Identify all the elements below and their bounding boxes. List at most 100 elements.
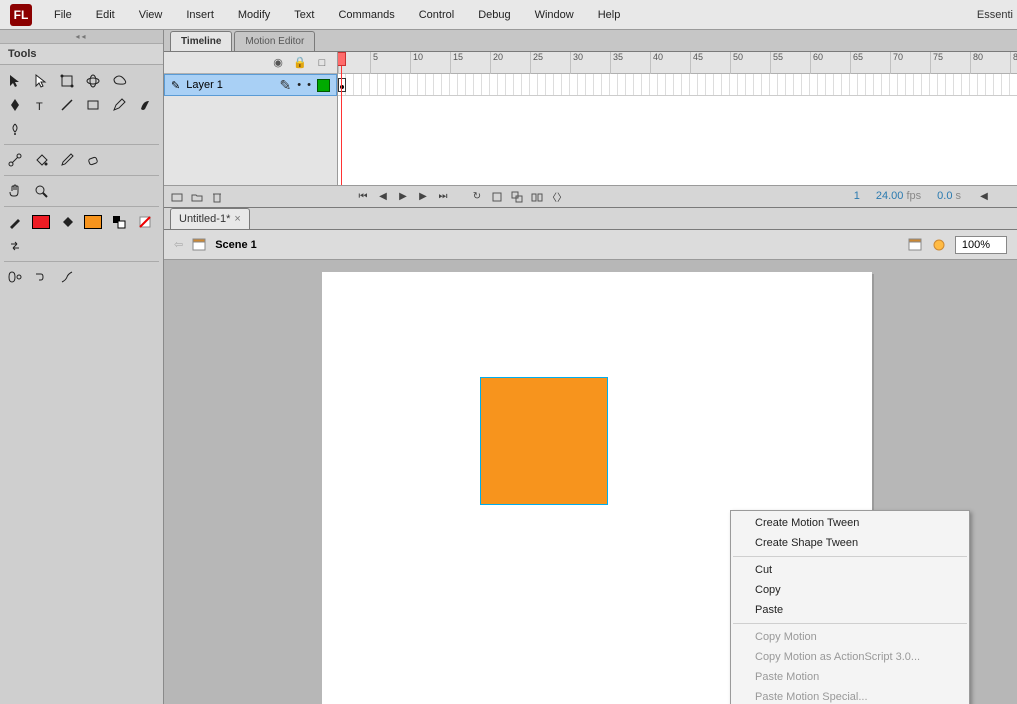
goto-first-button[interactable]: ⏮ <box>356 190 370 204</box>
menu-debug[interactable]: Debug <box>466 3 522 27</box>
menubar: FL File Edit View Insert Modify Text Com… <box>0 0 1017 30</box>
tick: 25 <box>530 52 543 74</box>
tools-panel-grip[interactable] <box>0 30 163 44</box>
menu-modify[interactable]: Modify <box>226 3 282 27</box>
menu-view[interactable]: View <box>127 3 175 27</box>
menu-window[interactable]: Window <box>523 3 586 27</box>
pen-tool[interactable] <box>3 94 27 116</box>
ctx-copy-motion: Copy Motion <box>731 627 969 647</box>
menu-commands[interactable]: Commands <box>326 3 406 27</box>
subselection-tool[interactable] <box>29 70 53 92</box>
edit-symbol-icon[interactable] <box>931 237 947 253</box>
edit-multiple-frames-icon[interactable] <box>530 190 544 204</box>
step-forward-button[interactable]: ▶ <box>416 190 430 204</box>
frame-grid[interactable] <box>338 74 1017 96</box>
zoom-tool[interactable] <box>29 180 53 202</box>
bone-tool[interactable] <box>3 149 27 171</box>
scene-name[interactable]: Scene 1 <box>215 239 257 251</box>
tick: 70 <box>890 52 903 74</box>
eraser-tool[interactable] <box>81 149 105 171</box>
outline-icon[interactable]: □ <box>315 56 329 70</box>
modify-markers-icon[interactable]: 〈〉 <box>550 190 564 204</box>
tick: 80 <box>970 52 983 74</box>
brush-tool[interactable] <box>133 94 157 116</box>
selection-tool[interactable] <box>3 70 27 92</box>
timeline-layer-row[interactable]: ✎ Layer 1 ✎ • • <box>164 74 337 96</box>
delete-layer-button[interactable] <box>210 190 224 204</box>
ctx-paste[interactable]: Paste <box>731 600 969 620</box>
tick: 75 <box>930 52 943 74</box>
pencil-tool[interactable] <box>107 94 131 116</box>
zoom-level[interactable]: 100% <box>955 236 1007 254</box>
menu-file[interactable]: File <box>42 3 84 27</box>
new-folder-button[interactable] <box>190 190 204 204</box>
menu-help[interactable]: Help <box>586 3 633 27</box>
swap-colors-icon[interactable] <box>3 235 27 257</box>
free-transform-tool[interactable] <box>55 70 79 92</box>
shape-rectangle[interactable] <box>480 377 608 505</box>
fill-color[interactable] <box>55 211 79 233</box>
onion-skin-outlines-icon[interactable] <box>510 190 524 204</box>
deco-tool[interactable] <box>3 118 27 140</box>
layer-name: Layer 1 <box>186 79 223 91</box>
tick: 35 <box>610 52 623 74</box>
no-color-icon[interactable] <box>133 211 157 233</box>
stage-area[interactable]: Create Motion Tween Create Shape Tween C… <box>164 260 1017 704</box>
ctx-copy[interactable]: Copy <box>731 580 969 600</box>
time-label: s <box>956 190 962 202</box>
visibility-icon[interactable]: ◉ <box>271 56 285 70</box>
tab-timeline[interactable]: Timeline <box>170 31 232 51</box>
time-value[interactable]: 0.0 <box>937 190 952 202</box>
tab-motion-editor[interactable]: Motion Editor <box>234 31 315 51</box>
black-white-swatch[interactable] <box>107 211 131 233</box>
layer-outline-swatch[interactable] <box>317 79 330 92</box>
text-tool[interactable]: T <box>29 94 53 116</box>
smooth-icon[interactable] <box>29 266 53 288</box>
line-tool[interactable] <box>55 94 79 116</box>
timeline-panel: ◉ 🔒 □ ✎ Layer 1 ✎ • • <box>164 52 1017 208</box>
tick: 55 <box>770 52 783 74</box>
onion-skin-icon[interactable] <box>490 190 504 204</box>
ctx-cut[interactable]: Cut <box>731 560 969 580</box>
new-layer-button[interactable] <box>170 190 184 204</box>
scroll-left-button[interactable]: ◀ <box>977 190 991 204</box>
snap-to-object-icon[interactable] <box>3 266 27 288</box>
workspace-switcher[interactable]: Essenti <box>977 9 1017 21</box>
menu-control[interactable]: Control <box>407 3 466 27</box>
straighten-icon[interactable] <box>55 266 79 288</box>
lock-icon[interactable]: 🔒 <box>293 56 307 70</box>
playhead[interactable] <box>338 52 346 185</box>
rectangle-tool[interactable] <box>81 94 105 116</box>
close-tab-icon[interactable]: × <box>234 213 240 225</box>
document-tab[interactable]: Untitled-1* × <box>170 208 250 229</box>
3d-rotation-tool[interactable] <box>81 70 105 92</box>
loop-button[interactable]: ↻ <box>470 190 484 204</box>
stroke-swatch[interactable] <box>29 211 53 233</box>
ctx-create-shape-tween[interactable]: Create Shape Tween <box>731 533 969 553</box>
fps-value[interactable]: 24.00 <box>876 190 904 202</box>
eyedropper-tool[interactable] <box>55 149 79 171</box>
fps-label: fps <box>906 190 921 202</box>
timeline-frames[interactable]: 1 5 10 15 20 25 30 35 40 45 50 55 60 65 <box>338 52 1017 185</box>
tick: 15 <box>450 52 463 74</box>
play-button[interactable]: ▶ <box>396 190 410 204</box>
current-frame[interactable]: 1 <box>854 190 860 204</box>
stroke-color[interactable] <box>3 211 27 233</box>
fill-swatch[interactable] <box>81 211 105 233</box>
menu-edit[interactable]: Edit <box>84 3 127 27</box>
paint-bucket-tool[interactable] <box>29 149 53 171</box>
step-back-button[interactable]: ◀ <box>376 190 390 204</box>
edit-scene-icon[interactable] <box>907 237 923 253</box>
document-tab-label: Untitled-1* <box>179 213 230 225</box>
timeline-footer: ⏮ ◀ ▶ ▶ ⏭ ↻ 〈〉 1 24.00 fps 0.0 s ◀ <box>164 185 1017 207</box>
menu-text[interactable]: Text <box>282 3 326 27</box>
lasso-tool[interactable] <box>107 70 131 92</box>
back-arrow-icon[interactable]: ⇦ <box>174 238 183 251</box>
ctx-create-motion-tween[interactable]: Create Motion Tween <box>731 513 969 533</box>
svg-text:T: T <box>36 101 43 113</box>
timeline-ruler[interactable]: 1 5 10 15 20 25 30 35 40 45 50 55 60 65 <box>338 52 1017 74</box>
hand-tool[interactable] <box>3 180 27 202</box>
tick: 20 <box>490 52 503 74</box>
goto-last-button[interactable]: ⏭ <box>436 190 450 204</box>
menu-insert[interactable]: Insert <box>174 3 226 27</box>
